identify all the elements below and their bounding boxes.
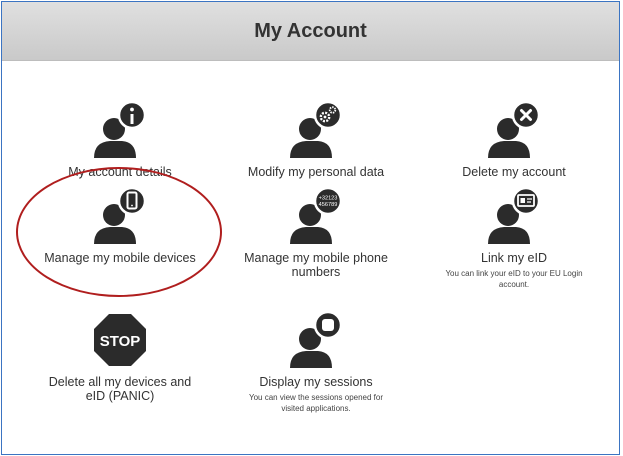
tile-label: Display my sessions (259, 375, 373, 389)
tile-delete-account[interactable]: Delete my account (414, 98, 614, 179)
person-phone-number-icon: +32123 456789 (290, 186, 343, 244)
tile-label: Manage my mobile phone numbers (244, 251, 388, 279)
tile-label: Delete my account (462, 165, 566, 179)
tile-label: My account details (68, 165, 172, 179)
panel-header: My Account (2, 2, 619, 61)
tile-display-sessions[interactable]: Display my sessions You can view the ses… (216, 308, 416, 414)
tile-modify-personal-data[interactable]: Modify my personal data (216, 98, 416, 179)
icon-number-line-1: +32123 (319, 196, 338, 202)
tile-manage-mobile-phone-numbers[interactable]: +32123 456789 Manage my mobile phone num… (216, 184, 416, 279)
tile-description: You can view the sessions opened for vis… (248, 393, 383, 413)
person-id-card-icon (488, 186, 541, 244)
person-sessions-icon (290, 310, 343, 368)
tile-my-account-details[interactable]: My account details (20, 98, 220, 179)
person-gears-icon (290, 100, 343, 158)
page-title: My Account (254, 20, 367, 42)
stop-sign-icon: STOP (94, 314, 146, 366)
tile-link-eid[interactable]: Link my eID You can link your eID to you… (414, 184, 614, 290)
tile-label: Manage my mobile devices (44, 251, 196, 265)
tile-label: Link my eID (481, 251, 547, 265)
person-mobile-icon (94, 186, 147, 244)
person-delete-icon (488, 100, 541, 158)
icon-number-line-2: 456789 (319, 202, 338, 208)
tile-manage-mobile-devices[interactable]: Manage my mobile devices (20, 184, 220, 265)
tile-description: You can link your eID to your EU Login a… (445, 269, 583, 289)
tile-delete-all-devices-panic[interactable]: STOP Delete all my devices and eID (PANI… (20, 308, 220, 403)
tile-label: Modify my personal data (247, 165, 385, 179)
tile-label: Delete all my devices and eID (PANIC) (48, 375, 192, 403)
stop-sign-text: STOP (100, 333, 141, 350)
account-panel: My Account My account details Modify my … (1, 1, 620, 455)
person-info-icon (94, 100, 147, 158)
